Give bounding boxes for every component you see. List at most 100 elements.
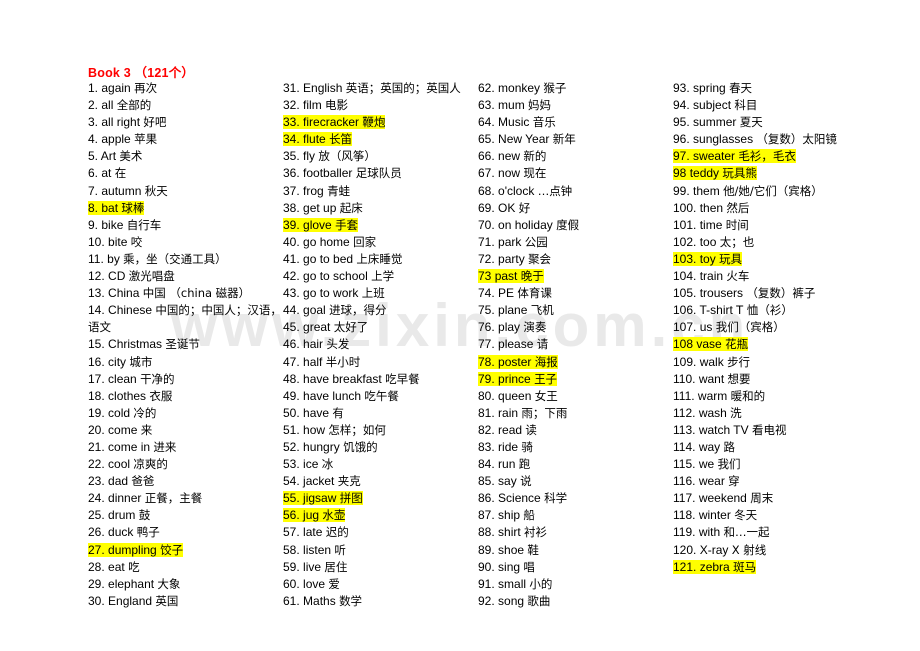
plain-entry: 71. park 公园	[478, 235, 548, 249]
entry-translation: 说	[520, 474, 532, 489]
word-entry: 5. Art 美术	[88, 148, 283, 165]
entry-word: way	[698, 439, 721, 454]
entry-translation: 科学	[544, 491, 568, 506]
entry-number: 15.	[88, 337, 105, 352]
entry-translation: 英语；英国的；英国人	[345, 81, 461, 95]
entry-translation: 青蛙	[327, 183, 351, 198]
entry-word: bat	[101, 200, 119, 215]
entry-number: 5.	[88, 149, 99, 164]
entry-translation: 冬天	[734, 508, 758, 523]
word-entry: 101. time 时间	[673, 217, 888, 234]
entry-translation: 英国	[155, 593, 179, 608]
entry-number: 83.	[478, 439, 495, 454]
entry-word: weekend	[698, 491, 747, 506]
entry-word: sweater	[693, 149, 736, 164]
entry-number: 82.	[478, 422, 495, 437]
entry-number: 45.	[283, 320, 300, 335]
entry-number: 42.	[283, 269, 300, 284]
plain-entry: 119. with 和…一起	[673, 525, 770, 539]
entry-word: want	[698, 371, 725, 386]
entry-word: get up	[303, 200, 337, 215]
entry-number: 114.	[673, 439, 696, 454]
entry-translation: 水壶	[322, 508, 346, 523]
entry-number: 31.	[283, 81, 300, 95]
entry-number: 46.	[283, 337, 300, 352]
entry-word: on holiday	[498, 217, 553, 232]
entry-number: 97.	[673, 149, 690, 164]
entry-translation: 和…一起	[723, 525, 770, 540]
plain-entry: 106. T-shirt T 恤（衫）	[673, 303, 793, 317]
plain-entry: 84. run 跑	[478, 457, 530, 471]
word-entry: 38. get up 起床	[283, 200, 478, 217]
entry-word: new	[498, 149, 521, 164]
entry-number: 104.	[673, 269, 697, 284]
plain-entry: 110. want 想要	[673, 372, 751, 386]
plain-entry: 77. please 请	[478, 337, 548, 351]
entry-word: drum	[108, 508, 136, 523]
entry-translation: 激光唱盘	[128, 269, 175, 284]
word-entry: 82. read 读	[478, 422, 668, 439]
entry-word: prince	[498, 371, 531, 386]
entry-number: 13.	[88, 286, 105, 301]
entry-number: 36.	[283, 166, 300, 181]
entry-translation: 他/她/它们（宾格）	[723, 183, 823, 198]
entry-translation: 吃午餐	[364, 388, 399, 403]
entry-word: monkey	[498, 81, 541, 95]
entry-translation: 进来	[153, 439, 177, 454]
entry-number: 115.	[673, 457, 696, 472]
entry-number: 69.	[478, 200, 495, 215]
plain-entry: 3. all right 好吧	[88, 115, 166, 129]
word-entry: 53. ice 冰	[283, 456, 478, 473]
word-entry: 87. ship 船	[478, 507, 668, 524]
word-entry: 105. trousers （复数）裤子	[673, 285, 888, 302]
entry-translation: 拼图	[339, 491, 363, 506]
entry-number: 24.	[88, 491, 105, 506]
entry-number: 39.	[283, 217, 300, 232]
entry-number: 100.	[673, 200, 697, 215]
entry-word: bite	[108, 234, 128, 249]
word-entry: 84. run 跑	[478, 456, 668, 473]
entry-number: 84.	[478, 457, 495, 472]
word-entry: 79. prince 王子	[478, 371, 668, 388]
entry-word: clean	[108, 371, 137, 386]
entry-number: 59.	[283, 559, 300, 574]
entry-number: 54.	[283, 474, 300, 489]
plain-entry: 9. bike 自行车	[88, 218, 161, 232]
entry-word: goal	[303, 303, 326, 318]
entry-translation: 妈妈	[528, 98, 552, 113]
entry-translation: 度假	[556, 217, 580, 232]
entry-translation: 小的	[529, 576, 553, 591]
word-entry: 113. watch TV 看电视	[673, 422, 888, 439]
entry-word: CD	[108, 269, 126, 284]
entry-number: 85.	[478, 474, 495, 489]
entry-translation: 城市	[129, 354, 153, 369]
entry-word: ship	[498, 508, 521, 523]
entry-word: shoe	[498, 542, 525, 557]
entry-number: 4.	[88, 132, 99, 147]
entry-word: walk	[699, 354, 724, 369]
plain-entry: 92. song 歌曲	[478, 594, 550, 608]
plain-entry: 95. summer 夏天	[673, 115, 763, 129]
entry-word: o'clock	[498, 183, 535, 198]
entry-translation: 科目	[734, 98, 758, 113]
page-title: Book 3 （121个）	[88, 66, 195, 80]
entry-translation: T 恤（衫）	[736, 303, 793, 318]
word-entry: 44. goal 进球，得分	[283, 302, 478, 319]
plain-entry: 53. ice 冰	[283, 457, 333, 471]
entry-word: Music	[498, 115, 530, 130]
entry-translation: 冰	[321, 457, 334, 472]
entry-translation: 进球，得分	[329, 303, 387, 318]
highlighted-entry: 103. toy 玩具	[673, 251, 743, 266]
plain-entry: 4. apple 苹果	[88, 132, 157, 146]
entry-number: 108	[673, 337, 694, 352]
entry-word: wash	[698, 405, 727, 420]
entry-word: autumn	[101, 183, 142, 198]
plain-entry: 83. ride 骑	[478, 440, 533, 454]
word-entry: 92. song 歌曲	[478, 593, 668, 610]
entry-number: 6.	[88, 166, 99, 181]
entry-translation: 新年	[552, 132, 576, 147]
entry-translation: 船	[523, 508, 535, 523]
plain-entry: 46. hair 头发	[283, 337, 349, 351]
entry-translation: 在	[114, 166, 127, 181]
entry-word: all right	[101, 115, 141, 130]
